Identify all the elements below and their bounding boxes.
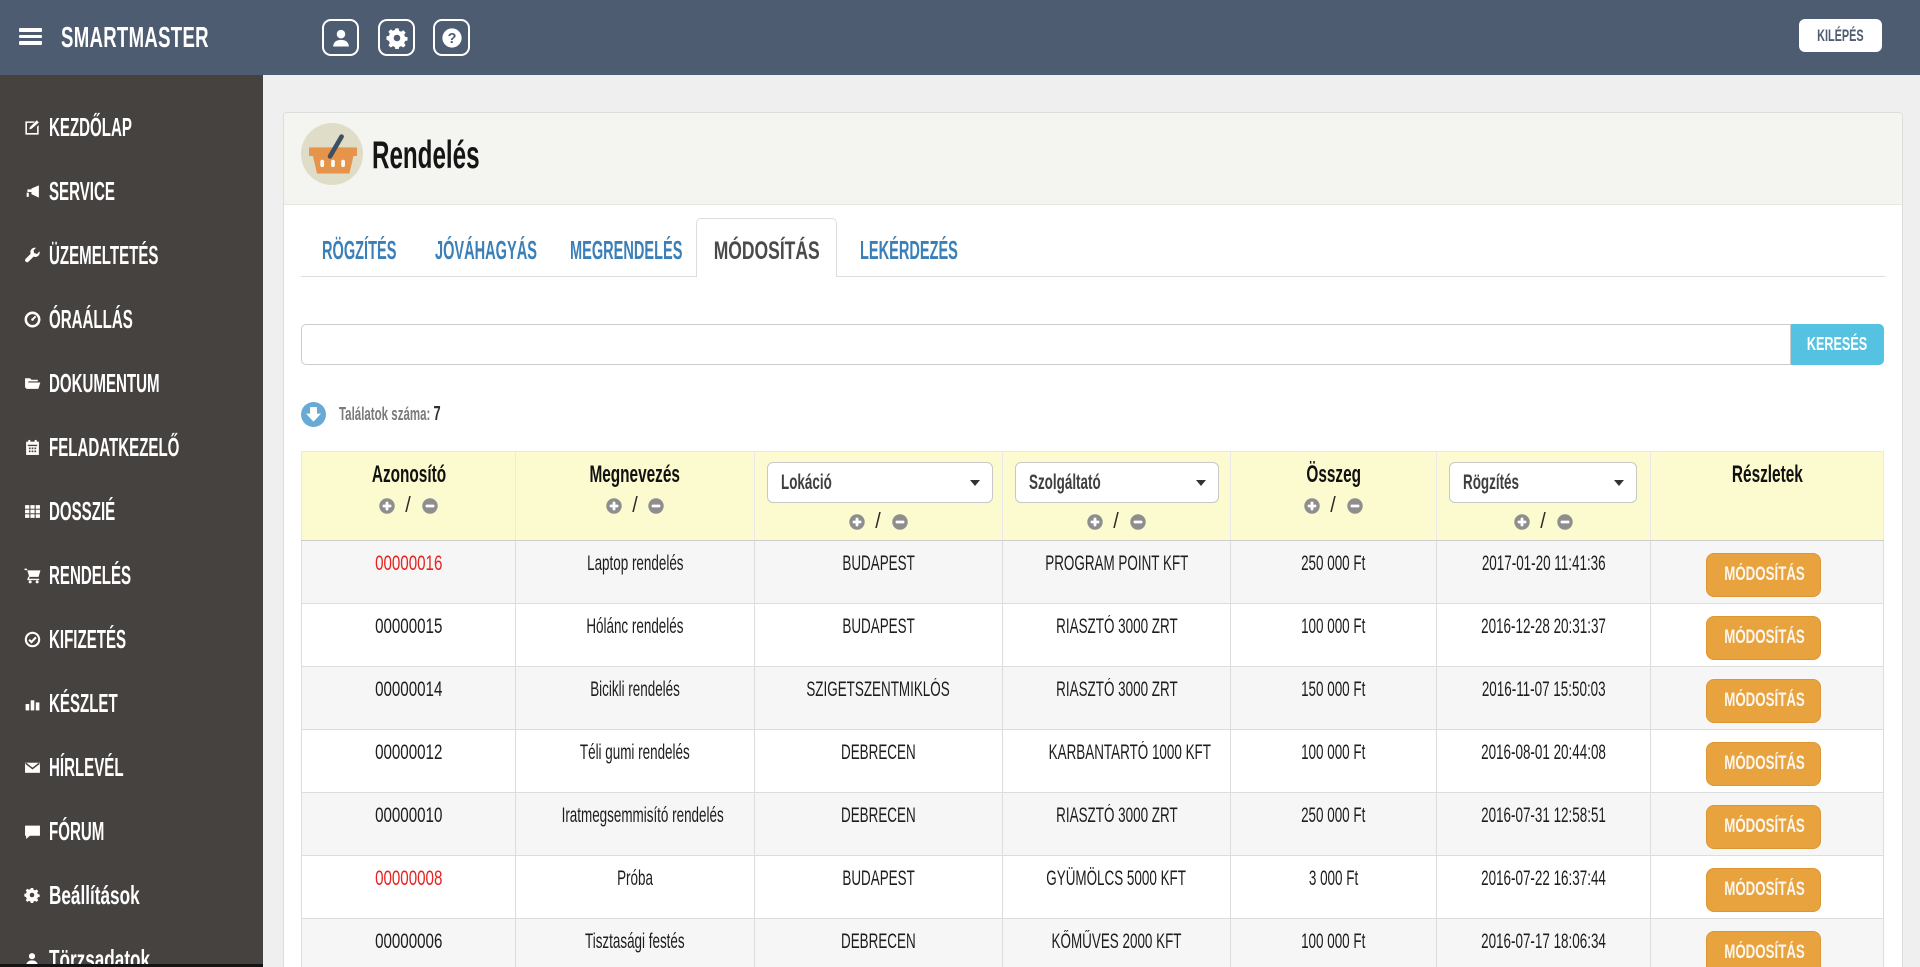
svg-text:?: ? xyxy=(447,31,456,47)
